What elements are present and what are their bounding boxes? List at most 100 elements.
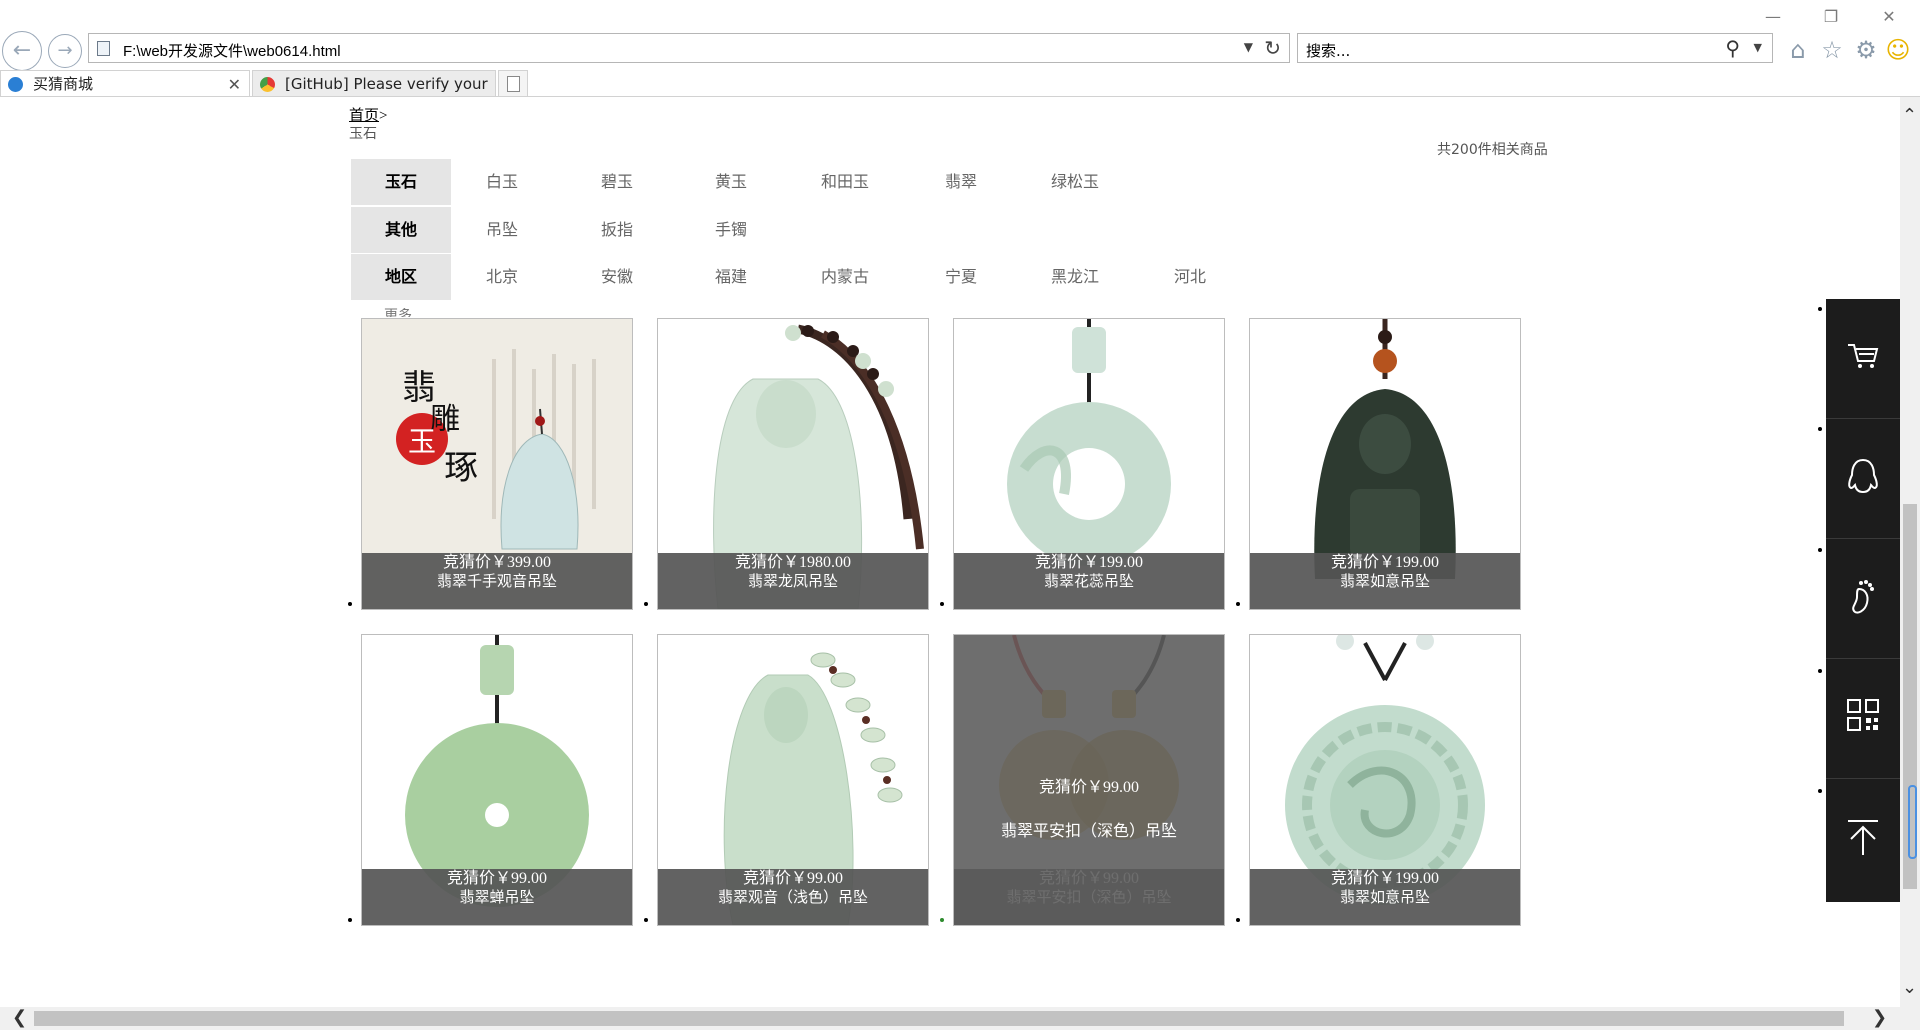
cart-button[interactable]	[1826, 299, 1900, 419]
scroll-left-arrow-icon[interactable]: ❮	[12, 1007, 27, 1028]
address-url: F:\web开发源文件\web0614.html	[123, 43, 341, 60]
horizontal-scrollbar[interactable]: ❮ ❯	[0, 1007, 1920, 1030]
scroll-down-arrow-icon[interactable]: ⌄	[1902, 977, 1917, 998]
filter-head: 玉石	[351, 159, 451, 205]
forward-button[interactable]: →	[48, 34, 82, 68]
search-placeholder: 搜索...	[1306, 42, 1351, 60]
settings-gear-icon[interactable]: ⚙	[1852, 36, 1880, 64]
tab-label: 买猜商城	[33, 75, 94, 93]
product-card[interactable]: 竞猜价￥99.00 翡翠蝉吊坠	[361, 634, 633, 926]
product-name[interactable]: 翡翠蝉吊坠	[362, 888, 632, 906]
list-bullet	[644, 918, 648, 922]
filter-option[interactable]: 白玉	[486, 159, 518, 205]
browser-chrome: — ❐ ✕ ← → F:\web开发源文件\web0614.html ▼ ↻ 搜…	[0, 0, 1920, 120]
qq-service-button[interactable]	[1826, 419, 1900, 539]
horizontal-scroll-thumb[interactable]	[34, 1011, 1844, 1026]
minimize-button[interactable]: —	[1756, 6, 1790, 28]
product-price: 竞猜价￥199.00	[1330, 870, 1439, 887]
search-icon[interactable]: ⚲	[1725, 36, 1740, 60]
filter-option[interactable]: 安徽	[601, 254, 633, 300]
more-filter-link[interactable]: 更多	[384, 308, 412, 317]
vertical-scrollbar[interactable]: ⌃ ⌄	[1900, 97, 1920, 1007]
filter-head: 其他	[351, 207, 451, 253]
zoom-resize-handle[interactable]	[1908, 785, 1917, 859]
filter-option[interactable]: 手镯	[715, 207, 747, 253]
breadcrumb: 首页>	[349, 104, 387, 125]
hover-name[interactable]: 翡翠平安扣（深色）吊坠	[954, 817, 1224, 841]
product-name[interactable]: 翡翠如意吊坠	[1250, 572, 1520, 590]
filter-option[interactable]: 和田玉	[821, 159, 869, 205]
product-card[interactable]: 竞猜价￥199.00 翡翠如意吊坠	[1249, 318, 1521, 610]
list-bullet	[1818, 548, 1822, 552]
product-name[interactable]: 翡翠如意吊坠	[1250, 888, 1520, 906]
page-content: 首页> 玉石 共200件相关商品 玉石 白玉 碧玉 黄玉 和田玉 翡翠 绿松玉 …	[0, 97, 1900, 1007]
favorites-star-icon[interactable]: ☆	[1818, 36, 1846, 64]
filter-option[interactable]: 黑龙江	[1051, 254, 1099, 300]
tab-maicai-mall[interactable]: 买猜商城 ✕	[0, 70, 250, 97]
filter-option[interactable]: 宁夏	[945, 254, 977, 300]
cart-icon	[1848, 344, 1879, 368]
home-icon[interactable]: ⌂	[1784, 36, 1812, 64]
breadcrumb-home-link[interactable]: 首页	[349, 108, 379, 124]
product-price: 竞猜价￥1980.00	[734, 554, 851, 571]
breadcrumb-current: 玉石	[349, 126, 377, 142]
footprint-button[interactable]	[1826, 539, 1900, 659]
scroll-up-arrow-icon[interactable]: ⌃	[1902, 105, 1917, 126]
tab-github[interactable]: [GitHub] Please verify your ...	[252, 70, 496, 120]
back-to-top-icon	[1848, 820, 1878, 855]
filter-option[interactable]: 吊坠	[486, 207, 518, 253]
search-dropdown-icon[interactable]: ▼	[1754, 41, 1762, 54]
filter-option[interactable]: 河北	[1174, 254, 1206, 300]
list-bullet	[1818, 669, 1822, 673]
product-price: 竞猜价￥99.00	[446, 870, 547, 887]
product-name[interactable]: 翡翠观音（浅色）吊坠	[658, 888, 928, 906]
filter-option[interactable]: 内蒙古	[821, 254, 869, 300]
product-name[interactable]: 翡翠花蕊吊坠	[954, 572, 1224, 590]
filter-option[interactable]: 黄玉	[715, 159, 747, 205]
restore-button[interactable]: ❐	[1814, 6, 1848, 28]
filter-option[interactable]: 福建	[715, 254, 747, 300]
list-bullet	[940, 602, 944, 606]
back-button[interactable]: ←	[2, 31, 42, 71]
filter-head: 地区	[351, 254, 451, 300]
product-card[interactable]: 竞猜价￥1980.00 翡翠龙凤吊坠	[657, 318, 929, 610]
new-tab-button[interactable]	[498, 70, 528, 97]
close-tab-icon[interactable]: ✕	[228, 71, 241, 98]
qr-code-button[interactable]	[1826, 659, 1900, 779]
refresh-icon[interactable]: ↻	[1264, 36, 1281, 60]
filter-option[interactable]: 碧玉	[601, 159, 633, 205]
smiley-feedback-icon[interactable]: ☺	[1884, 36, 1912, 64]
list-bullet	[1818, 307, 1822, 311]
product-card[interactable]: 竞猜价￥199.00 翡翠花蕊吊坠	[953, 318, 1225, 610]
product-price: 竞猜价￥99.00	[742, 870, 843, 887]
product-name[interactable]: 翡翠龙凤吊坠	[658, 572, 928, 590]
product-price: 竞猜价￥199.00	[1330, 554, 1439, 571]
list-bullet	[348, 918, 352, 922]
list-bullet	[940, 918, 944, 922]
back-to-top-button[interactable]	[1826, 779, 1900, 899]
address-dropdown-icon[interactable]: ▼	[1244, 40, 1253, 54]
product-card[interactable]: 竞猜价￥99.00 翡翠观音（浅色）吊坠	[657, 634, 929, 926]
filter-option[interactable]: 翡翠	[945, 159, 977, 205]
product-card[interactable]: 竞猜价￥199.00 翡翠如意吊坠	[1249, 634, 1521, 926]
product-card-hovered[interactable]: 竞猜价￥99.00 翡翠平安扣（深色）吊坠 竞猜价￥99.00 翡翠平安扣（深色…	[953, 634, 1225, 926]
list-bullet	[1818, 427, 1822, 431]
hover-price: 竞猜价￥99.00	[1038, 779, 1139, 796]
qq-penguin-icon	[1848, 458, 1878, 494]
product-price: 竞猜价￥399.00	[442, 554, 551, 571]
product-caption: 竞猜价￥199.00 翡翠如意吊坠	[1250, 869, 1520, 925]
product-caption: 竞猜价￥99.00 翡翠观音（浅色）吊坠	[658, 869, 928, 925]
product-card[interactable]: 翡 雕 玉 琢 竞猜价￥399.00 翡翠千手观音吊坠	[361, 318, 633, 610]
search-box[interactable]: 搜索... ⚲ ▼	[1297, 33, 1773, 63]
product-name[interactable]: 翡翠千手观音吊坠	[362, 572, 632, 590]
breadcrumb-separator: >	[379, 108, 388, 124]
product-price: 竞猜价￥199.00	[1034, 554, 1143, 571]
product-hover-overlay[interactable]: 竞猜价￥99.00 翡翠平安扣（深色）吊坠	[954, 635, 1224, 925]
scroll-right-arrow-icon[interactable]: ❯	[1872, 1007, 1887, 1028]
close-window-button[interactable]: ✕	[1872, 6, 1906, 28]
address-bar[interactable]: F:\web开发源文件\web0614.html ▼ ↻	[88, 33, 1290, 63]
result-count: 共200件相关商品	[1437, 142, 1548, 158]
filter-option[interactable]: 绿松玉	[1051, 159, 1099, 205]
filter-option[interactable]: 北京	[486, 254, 518, 300]
filter-option[interactable]: 扳指	[601, 207, 633, 253]
